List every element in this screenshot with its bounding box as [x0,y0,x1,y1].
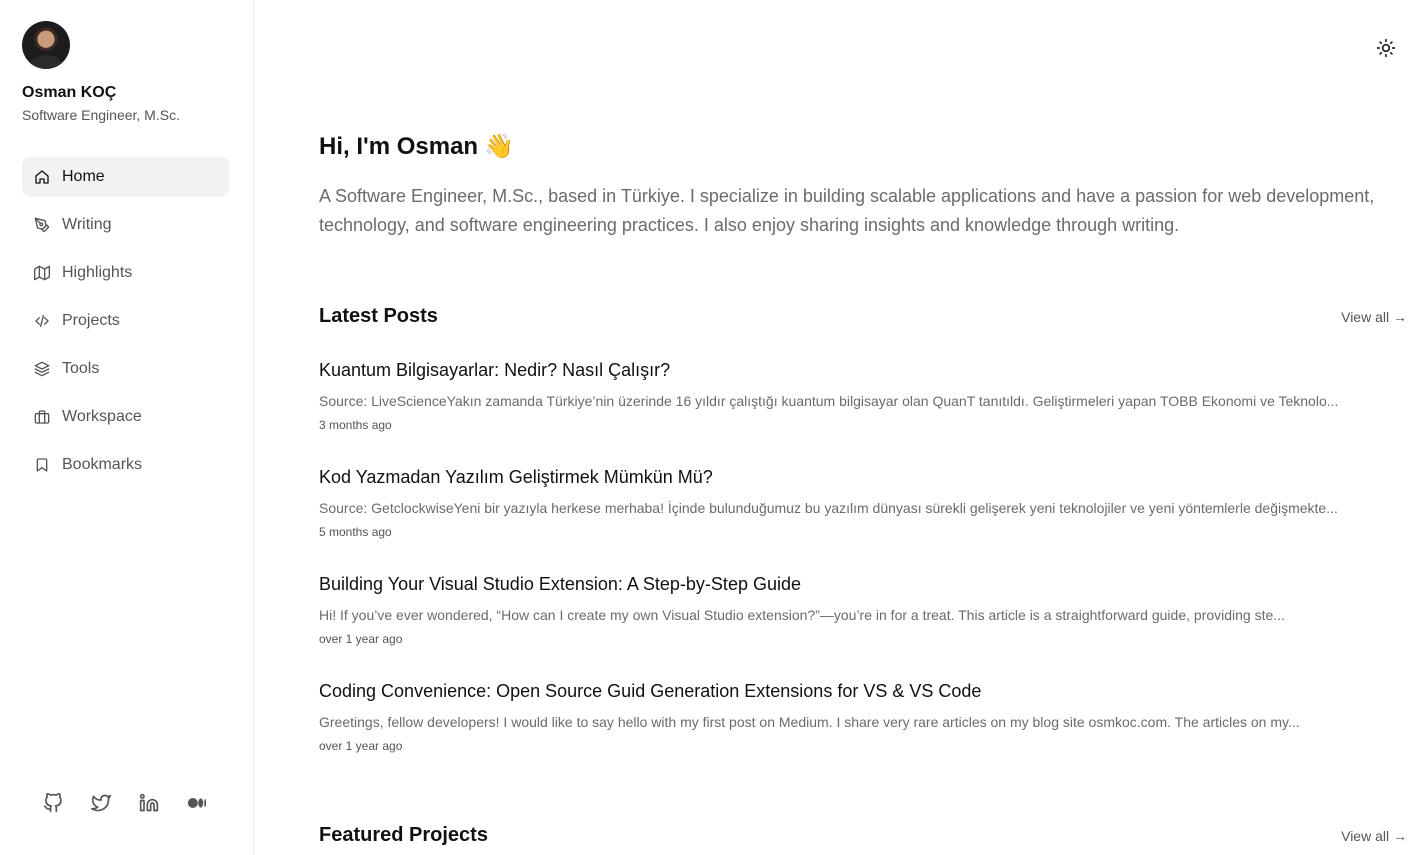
sidebar-item-writing[interactable]: Writing [22,205,229,245]
map-icon [34,265,50,281]
post-title[interactable]: Coding Convenience: Open Source Guid Gen… [319,679,1407,703]
sidebar-item-label: Highlights [62,264,133,281]
sidebar-item-bookmarks[interactable]: Bookmarks [22,445,229,485]
post-title[interactable]: Kod Yazmadan Yazılım Geliştirmek Mümkün … [319,465,1407,489]
wave-emoji: 👋 [484,133,514,160]
bookmark-icon [34,457,50,473]
page-title: Hi, I'm Osman 👋 [319,132,514,161]
sidebar-item-projects[interactable]: Projects [22,301,229,341]
linkedin-icon[interactable] [138,792,160,814]
sidebar-item-label: Workspace [62,408,142,425]
section-title: Featured Projects [319,824,488,846]
profile-title: Software Engineer, M.Sc. [22,107,180,123]
latest-posts-header: Latest Posts View all → [319,305,1407,328]
sidebar-item-label: Home [62,168,105,185]
featured-projects-header: Featured Projects View all → [319,824,1407,847]
view-all-projects-link[interactable]: View all → [1341,828,1407,844]
sidebar-item-tools[interactable]: Tools [22,349,229,389]
post-date: 3 months ago [319,418,392,432]
list-item[interactable]: Kod Yazmadan Yazılım Geliştirmek Mümkün … [319,465,1407,572]
avatar[interactable] [22,21,70,69]
post-date: over 1 year ago [319,739,403,753]
sidebar-item-workspace[interactable]: Workspace [22,397,229,437]
github-icon[interactable] [42,792,64,814]
post-date: over 1 year ago [319,632,403,646]
post-title[interactable]: Kuantum Bilgisayarlar: Nedir? Nasıl Çalı… [319,358,1407,382]
section-title: Latest Posts [319,305,438,327]
briefcase-icon [34,409,50,425]
post-list: Kuantum Bilgisayarlar: Nedir? Nasıl Çalı… [319,358,1407,786]
list-item[interactable]: Kuantum Bilgisayarlar: Nedir? Nasıl Çalı… [319,358,1407,465]
intro-text: A Software Engineer, M.Sc., based in Tür… [319,186,1375,235]
greeting-text: Hi, I'm Osman [319,133,479,160]
post-title[interactable]: Building Your Visual Studio Extension: A… [319,572,1407,596]
pen-icon [34,217,50,233]
sidebar-item-highlights[interactable]: Highlights [22,253,229,293]
medium-icon[interactable] [186,792,208,814]
code-icon [34,313,50,329]
sidebar-nav: Home Writing Highlights Projects Tools W… [22,157,229,493]
sidebar: Osman KOÇ Software Engineer, M.Sc. Home … [0,0,254,855]
sidebar-item-label: Projects [62,312,120,329]
sun-icon[interactable] [1376,38,1396,58]
post-excerpt: Source: LiveScienceYakın zamanda Türkiye… [319,393,1339,409]
home-icon [34,169,50,185]
post-date: 5 months ago [319,525,392,539]
post-excerpt: Source: GetclockwiseYeni bir yazıyla her… [319,500,1338,516]
sidebar-item-home[interactable]: Home [22,157,229,197]
profile-name: Osman KOÇ [22,84,117,101]
twitter-icon[interactable] [90,792,112,814]
post-excerpt: Greetings, fellow developers! I would li… [319,714,1300,730]
post-excerpt: Hi! If you’ve ever wondered, “How can I … [319,607,1285,623]
list-item[interactable]: Building Your Visual Studio Extension: A… [319,572,1407,679]
layers-icon [34,361,50,377]
sidebar-item-label: Writing [62,216,112,233]
sidebar-item-label: Tools [62,360,100,377]
sidebar-item-label: Bookmarks [62,456,143,473]
view-all-posts-link[interactable]: View all → [1341,309,1407,325]
social-links [42,792,208,814]
list-item[interactable]: Coding Convenience: Open Source Guid Gen… [319,679,1407,786]
